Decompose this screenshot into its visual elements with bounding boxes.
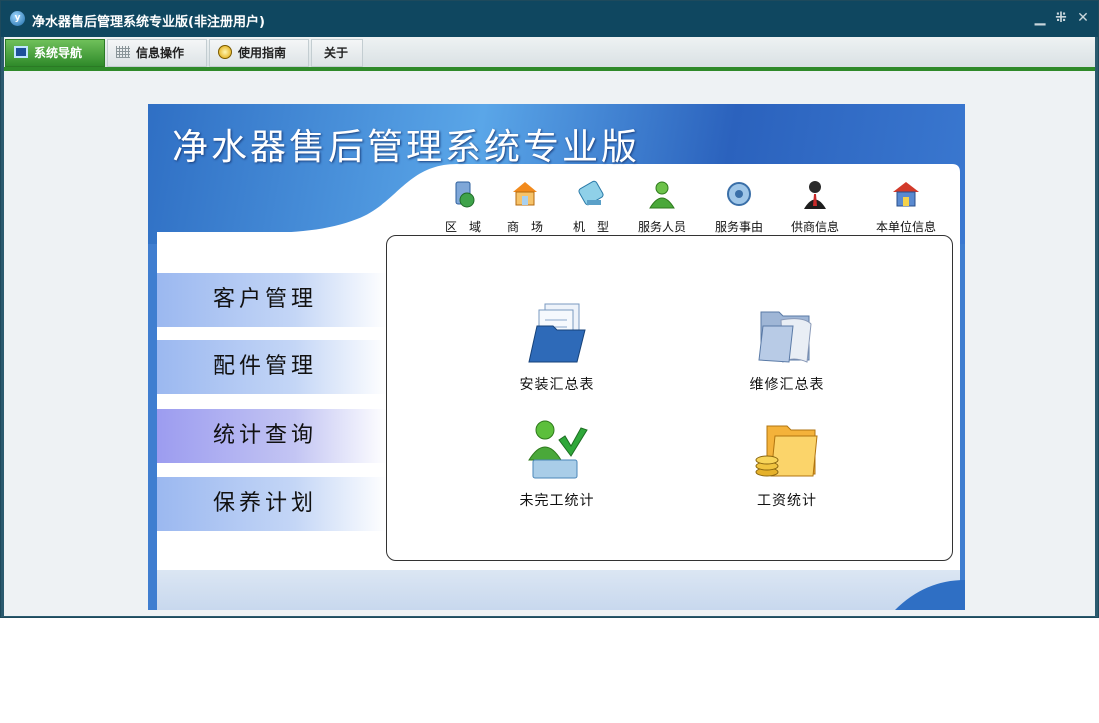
shortcut-mall[interactable]: 商 场 — [490, 178, 560, 236]
supplier-icon — [804, 181, 826, 209]
tab-label: 信息操作 — [136, 46, 185, 60]
shortcut-supplier[interactable]: 供商信息 — [780, 178, 850, 236]
shortcut-company-info[interactable]: 本单位信息 — [871, 178, 941, 236]
banner-title: 净水器售后管理系统专业版 — [172, 127, 641, 168]
shortcut-region[interactable]: 区 域 — [428, 178, 498, 236]
tile-label: 维修汇总表 — [749, 377, 825, 393]
tile-install-summary[interactable]: 安装汇总表 — [477, 300, 637, 400]
compass-icon — [218, 45, 232, 59]
minimize-icon[interactable]: ▁ — [1032, 10, 1048, 26]
left-menu-customer-management[interactable]: 客户管理 — [157, 273, 387, 327]
shortcut-label: 服务事由 — [714, 220, 763, 234]
app-logo-icon: y — [10, 11, 25, 26]
company-icon — [893, 182, 919, 207]
shortcut-label: 区 域 — [444, 220, 481, 234]
tile-unfinished-stats[interactable]: 未完工统计 — [477, 416, 637, 516]
left-menu-statistics-query[interactable]: 统计查询 — [157, 409, 387, 463]
menu-bar: 系统导航 信息操作 使用指南 关于 — [4, 37, 1095, 71]
tab-label: 系统导航 — [34, 46, 83, 60]
tile-salary-stats[interactable]: 工资统计 — [707, 416, 867, 516]
statistics-panel: 安装汇总表 维修汇总表 未完工统计 工资统计 — [386, 235, 953, 561]
shortcut-label: 机 型 — [572, 220, 609, 234]
tab-label: 使用指南 — [238, 46, 287, 60]
left-menu-parts-management[interactable]: 配件管理 — [157, 340, 387, 394]
staff-icon — [649, 181, 675, 209]
salary-stats-icon — [755, 425, 818, 477]
tile-label: 未完工统计 — [519, 493, 595, 509]
shortcut-model[interactable]: 机 型 — [556, 178, 626, 236]
service-reason-icon — [727, 182, 751, 206]
corner-decoration — [895, 580, 965, 610]
mall-icon — [513, 182, 537, 206]
restore-icon[interactable]: ⁜ — [1053, 10, 1069, 26]
tab-user-guide[interactable]: 使用指南 — [209, 39, 309, 67]
install-summary-icon — [528, 303, 586, 363]
repair-summary-icon — [758, 311, 812, 363]
tab-about[interactable]: 关于 — [311, 39, 363, 67]
window-title: 净水器售后管理系统专业版(非注册用户) — [32, 15, 265, 30]
title-bar: y 净水器售后管理系统专业版(非注册用户) ▁ ⁜ ✕ — [1, 1, 1098, 37]
shortcut-service-reason[interactable]: 服务事由 — [704, 178, 774, 236]
tile-repair-summary[interactable]: 维修汇总表 — [707, 300, 867, 400]
unfinished-stats-icon — [528, 420, 588, 479]
grid-icon — [116, 46, 130, 58]
tab-label: 关于 — [324, 46, 349, 60]
tile-label: 工资统计 — [757, 493, 817, 509]
shortcut-label: 商 场 — [506, 220, 543, 234]
monitor-icon — [14, 46, 28, 58]
tab-info-operation[interactable]: 信息操作 — [107, 39, 207, 67]
tab-system-navigation[interactable]: 系统导航 — [5, 39, 105, 67]
shortcut-staff[interactable]: 服务人员 — [627, 178, 697, 236]
panel-footer — [157, 570, 960, 610]
region-icon — [455, 181, 475, 208]
close-icon[interactable]: ✕ — [1075, 10, 1091, 26]
shortcut-label: 服务人员 — [637, 220, 686, 234]
shortcut-label: 本单位信息 — [875, 220, 936, 234]
shortcut-label: 供商信息 — [790, 220, 839, 234]
left-menu-maintenance-plan[interactable]: 保养计划 — [157, 477, 387, 531]
tile-label: 安装汇总表 — [519, 377, 595, 393]
model-icon — [578, 180, 604, 206]
